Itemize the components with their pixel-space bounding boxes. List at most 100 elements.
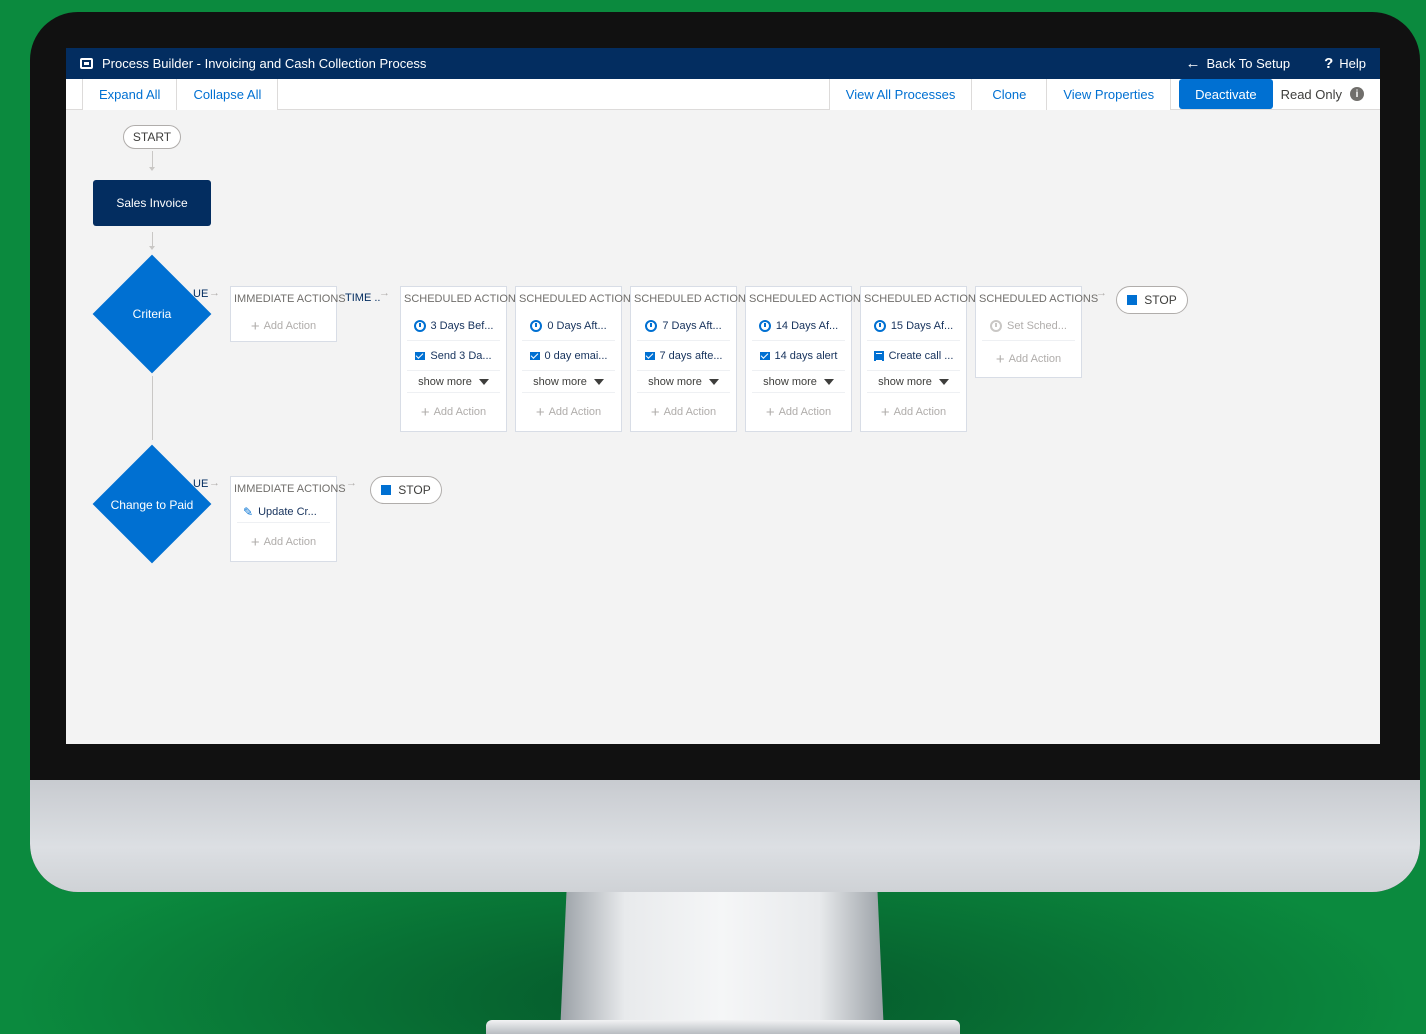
view-properties-button[interactable]: View Properties — [1047, 78, 1172, 110]
stop-node: STOP — [370, 476, 442, 504]
immediate-actions-header: IMMEDIATE ACTIONS — [234, 293, 346, 305]
true-label: UE — [193, 288, 209, 300]
scheduled-actions-header: SCHEDULED ACTION — [864, 293, 976, 305]
scheduled-actions-header: SCHEDULED ACTION — [749, 293, 861, 305]
action-label: 14 days alert — [774, 349, 838, 362]
schedule-item[interactable]: 7 Days Aft... — [637, 311, 730, 341]
show-more-label: show more — [533, 375, 587, 388]
read-only-label: Read Only — [1280, 86, 1342, 102]
add-action-label: Add Action — [1008, 353, 1062, 365]
plus-icon: + — [250, 533, 260, 551]
show-more-button[interactable]: show more — [867, 371, 960, 393]
action-label: 7 days afte... — [659, 349, 723, 362]
connector — [152, 376, 153, 440]
monitor-stand — [560, 892, 884, 1034]
add-action-button[interactable]: + Add Action — [522, 393, 615, 431]
info-icon[interactable]: i — [1350, 87, 1364, 101]
monitor-chin — [30, 780, 1420, 892]
show-more-label: show more — [418, 375, 472, 388]
action-item[interactable]: 0 day emai... — [522, 341, 615, 371]
action-item[interactable]: 14 days alert — [752, 341, 845, 371]
schedule-item[interactable]: 15 Days Af... — [867, 311, 960, 341]
schedule-label: 3 Days Bef... — [430, 319, 494, 332]
plus-icon: + — [765, 403, 775, 421]
show-more-button[interactable]: show more — [522, 371, 615, 393]
set-schedule-button[interactable]: Set Sched... — [982, 311, 1075, 341]
clock-icon — [990, 319, 1003, 332]
deactivate-button[interactable]: Deactivate — [1179, 79, 1273, 109]
expand-all-button[interactable]: Expand All — [82, 78, 178, 110]
add-action-button[interactable]: + Add Action — [237, 311, 330, 341]
schedule-label: 15 Days Af... — [890, 319, 954, 332]
view-all-processes-button[interactable]: View All Processes — [828, 78, 973, 110]
schedule-label: 0 Days Aft... — [547, 319, 607, 332]
immediate-actions-card: IMMEDIATE ACTIONS + Add Action — [230, 286, 346, 342]
stop-icon — [1127, 295, 1138, 305]
help-label: Help — [1339, 56, 1366, 71]
add-action-label: Add Action — [663, 406, 717, 418]
clock-icon — [758, 319, 771, 332]
chevron-down-icon — [823, 378, 834, 385]
arrow-right-icon: → — [379, 287, 390, 299]
scheduled-actions-header: SCHEDULED ACTIONS — [979, 293, 1099, 305]
add-action-button[interactable]: + Add Action — [237, 523, 330, 561]
true-label: UE — [193, 478, 209, 490]
plus-icon: + — [535, 403, 545, 421]
empty-scheduled-actions-card: SCHEDULED ACTIONS Set Sched... + Add Acti… — [975, 286, 1099, 378]
clone-button[interactable]: Clone — [972, 78, 1048, 110]
process-canvas: START Sales Invoice Criteria UE → IMMEDI… — [66, 110, 1380, 744]
add-action-button[interactable]: + Add Action — [867, 393, 960, 431]
arrow-right-icon: → — [209, 477, 220, 489]
show-more-button[interactable]: show more — [752, 371, 845, 393]
action-item[interactable]: 7 days afte... — [637, 341, 730, 371]
schedule-item[interactable]: 14 Days Af... — [752, 311, 845, 341]
schedule-item[interactable]: 0 Days Aft... — [522, 311, 615, 341]
arrow-right-icon: → — [1096, 287, 1107, 299]
set-schedule-label: Set Sched... — [1007, 319, 1067, 332]
add-action-button[interactable]: + Add Action — [407, 393, 500, 431]
add-action-button[interactable]: + Add Action — [637, 393, 730, 431]
action-item[interactable]: Send 3 Da... — [407, 341, 500, 371]
connector-arrow — [149, 167, 155, 171]
action-item[interactable]: Create call ... — [867, 341, 960, 371]
scheduled-actions-header: SCHEDULED ACTION — [634, 293, 746, 305]
show-more-button[interactable]: show more — [637, 371, 730, 393]
scheduled-actions-card: SCHEDULED ACTION 3 Days Bef... Send 3 Da… — [400, 286, 516, 432]
action-label: Send 3 Da... — [430, 349, 492, 362]
start-node: START — [123, 125, 181, 149]
add-action-button[interactable]: + Add Action — [752, 393, 845, 431]
question-icon: ? — [1324, 55, 1334, 72]
stop-node: STOP — [1116, 286, 1188, 314]
monitor-stand-base — [486, 1020, 960, 1034]
clock-icon — [413, 319, 426, 332]
schedule-item[interactable]: 3 Days Bef... — [407, 311, 500, 341]
toolbar: Expand All Collapse All View All Process… — [66, 78, 1380, 110]
schedule-label: 7 Days Aft... — [662, 319, 722, 332]
plus-icon: + — [880, 403, 890, 421]
clock-icon — [645, 319, 658, 332]
window-title: Process Builder - Invoicing and Cash Col… — [102, 56, 427, 71]
show-more-label: show more — [763, 375, 817, 388]
collapse-all-button[interactable]: Collapse All — [177, 78, 279, 110]
stop-label: STOP — [398, 483, 431, 497]
show-more-button[interactable]: show more — [407, 371, 500, 393]
add-action-label: Add Action — [433, 406, 487, 418]
chevron-down-icon — [938, 378, 949, 385]
help-link[interactable]: ? Help — [1324, 55, 1366, 72]
stop-icon — [381, 485, 392, 495]
email-icon — [415, 351, 426, 360]
chevron-down-icon — [593, 378, 604, 385]
add-action-label: Add Action — [263, 536, 317, 548]
back-to-setup-link[interactable]: ← Back To Setup — [1185, 55, 1290, 72]
task-icon — [873, 350, 884, 361]
screen: Process Builder - Invoicing and Cash Col… — [66, 48, 1380, 744]
title-bar: Process Builder - Invoicing and Cash Col… — [66, 48, 1380, 79]
connector-arrow — [149, 246, 155, 250]
read-only-status: Read Only i — [1281, 87, 1364, 102]
scheduled-actions-card: SCHEDULED ACTION 0 Days Aft... 0 day ema… — [515, 286, 631, 432]
plus-icon: + — [250, 317, 260, 335]
object-node[interactable]: Sales Invoice — [93, 180, 211, 226]
add-action-button[interactable]: + Add Action — [982, 341, 1075, 377]
action-item[interactable]: ✎ Update Cr... — [237, 501, 330, 523]
schedule-label: 14 Days Af... — [775, 319, 839, 332]
